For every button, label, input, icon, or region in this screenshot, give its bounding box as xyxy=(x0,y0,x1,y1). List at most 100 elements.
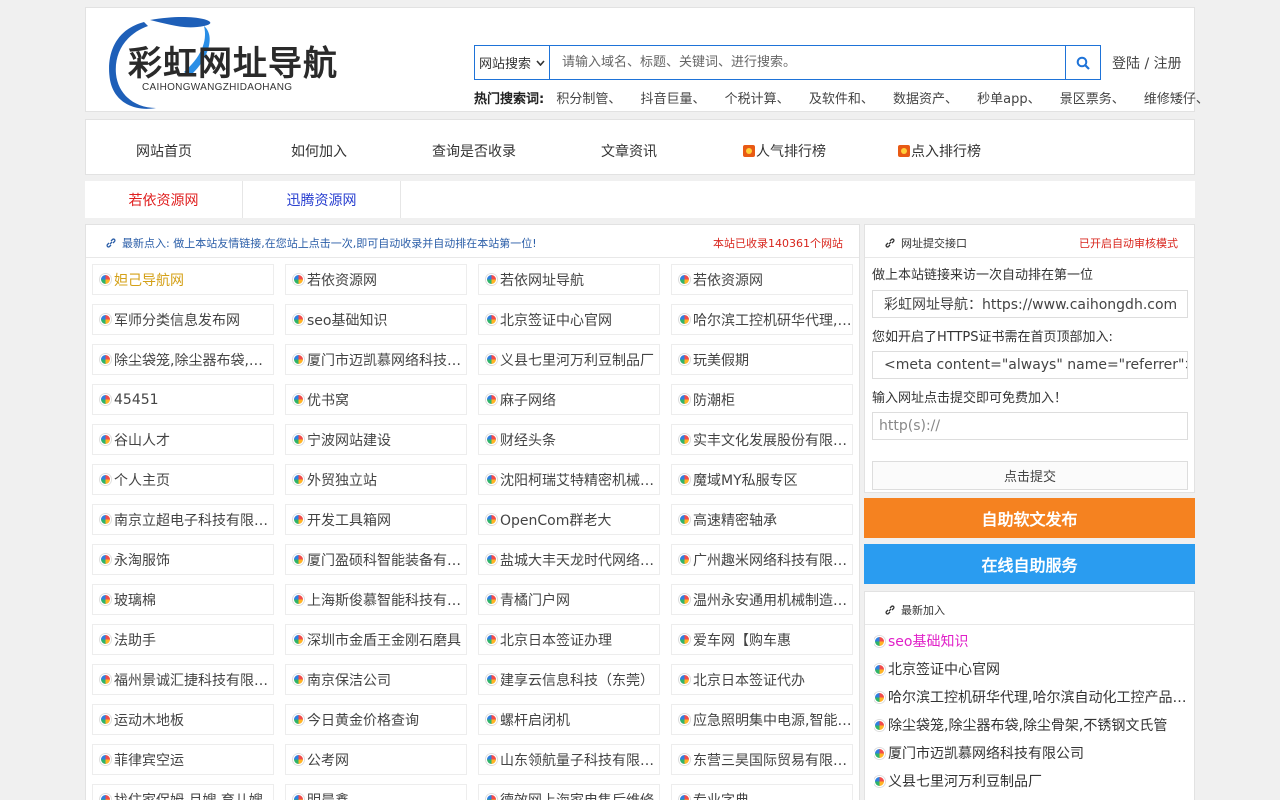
site-link[interactable]: 优书窝 xyxy=(285,384,467,415)
site-link[interactable]: 明晨鑫 xyxy=(285,784,467,800)
site-link[interactable]: 今日黄金价格查询 xyxy=(285,704,467,735)
latest-site-link[interactable]: seo基础知识 xyxy=(874,631,1190,651)
site-link-label: 运动木地板 xyxy=(114,712,184,729)
site-logo[interactable]: 彩虹网址导航 CAIHONGWANGZHIDAOHANG xyxy=(104,16,374,109)
site-link[interactable]: 宁波网站建设 xyxy=(285,424,467,455)
online-service-button[interactable]: 在线自助服务 xyxy=(864,544,1195,584)
site-link[interactable]: 山东领航量子科技有限公司 xyxy=(478,744,660,775)
latest-site-link[interactable]: 除尘袋笼,除尘器布袋,除尘骨架,不锈钢文氏管 xyxy=(874,715,1190,735)
site-link[interactable]: seo基础知识 xyxy=(285,304,467,335)
site-link[interactable]: 谷山人才 xyxy=(92,424,274,455)
site-favicon-icon xyxy=(293,594,304,605)
site-link[interactable]: OpenCom群老大 xyxy=(478,504,660,535)
friend-link[interactable]: 迅腾资源网 xyxy=(243,181,401,218)
site-link[interactable]: 哈尔滨工控机研华代理,哈尔滨自动化 xyxy=(671,304,853,335)
hot-keyword[interactable]: 维修矮仔、 xyxy=(1144,92,1209,107)
site-link[interactable]: 德效网上海家电售后维修 xyxy=(478,784,660,800)
site-link[interactable]: 菲律宾空运 xyxy=(92,744,274,775)
site-link[interactable]: 麻子网络 xyxy=(478,384,660,415)
site-link[interactable]: 义县七里河万利豆制品厂 xyxy=(478,344,660,375)
site-link[interactable]: 个人主页 xyxy=(92,464,274,495)
site-link[interactable]: 实丰文化发展股份有限公司 xyxy=(671,424,853,455)
site-link[interactable]: 开发工具箱网 xyxy=(285,504,467,535)
submit-instruction-1: 做上本站链接来访一次自动排在第一位 xyxy=(872,268,1094,283)
site-link[interactable]: 厦门市迈凯慕网络科技有限公司 xyxy=(285,344,467,375)
hot-keyword[interactable]: 秒单app、 xyxy=(977,92,1040,107)
nav-item-home[interactable]: 网站首页 xyxy=(136,141,192,161)
hot-keyword[interactable]: 及软件和、 xyxy=(809,92,874,107)
site-link[interactable]: 南京立超电子科技有限公司 xyxy=(92,504,274,535)
site-link[interactable]: 若依资源网 xyxy=(285,264,467,295)
article-publish-button[interactable]: 自助软文发布 xyxy=(864,498,1195,538)
site-link[interactable]: 若依资源网 xyxy=(671,264,853,295)
latest-site-link[interactable]: 哈尔滨工控机研华代理,哈尔滨自动化工控产品销售 xyxy=(874,687,1190,707)
site-link[interactable]: 永淘服饰 xyxy=(92,544,274,575)
nav-item-click-rank[interactable]: 点入排行榜 xyxy=(898,141,981,161)
link-code-field[interactable]: 彩虹网址导航：https://www.caihongdh.com xyxy=(872,290,1188,318)
site-link[interactable]: 深圳市金盾王金刚石磨具 xyxy=(285,624,467,655)
site-link[interactable]: 公考网 xyxy=(285,744,467,775)
url-input[interactable]: http(s):// xyxy=(872,412,1188,440)
site-link[interactable]: 盐城大丰天龙时代网络科技 xyxy=(478,544,660,575)
hot-keyword[interactable]: 数据资产、 xyxy=(893,92,958,107)
nav-item-check-indexed[interactable]: 查询是否收录 xyxy=(432,141,516,161)
site-link[interactable]: 防潮柜 xyxy=(671,384,853,415)
hot-keyword[interactable]: 景区票务、 xyxy=(1060,92,1125,107)
site-favicon-icon xyxy=(293,554,304,565)
latest-site-link[interactable]: 义县七里河万利豆制品厂 xyxy=(874,771,1190,791)
site-link[interactable]: 上海斯俊慕智能科技有限公司 xyxy=(285,584,467,615)
search-type-select[interactable]: 网站搜索 xyxy=(475,46,550,79)
site-link[interactable]: 运动木地板 xyxy=(92,704,274,735)
submit-panel-header: 网址提交接口 已开启自动审核模式 xyxy=(865,225,1194,258)
site-link[interactable]: 军师分类信息发布网 xyxy=(92,304,274,335)
site-link[interactable]: 广州趣米网络科技有限公司 xyxy=(671,544,853,575)
site-link[interactable]: 外贸独立站 xyxy=(285,464,467,495)
nav-item-articles[interactable]: 文章资讯 xyxy=(601,141,657,161)
friend-link[interactable]: 若依资源网 xyxy=(85,181,243,218)
site-link[interactable]: 财经头条 xyxy=(478,424,660,455)
site-favicon-icon xyxy=(486,634,497,645)
site-link[interactable]: 厦门盈硕科智能装备有限公司 xyxy=(285,544,467,575)
latest-joined-panel: 最新加入 seo基础知识 北京签证中心官网 哈尔滨工控机研华代理,哈尔滨自动化工控产… xyxy=(864,591,1195,800)
hot-keyword[interactable]: 抖音巨量、 xyxy=(641,92,706,107)
site-link[interactable]: 北京日本签证办理 xyxy=(478,624,660,655)
search-button[interactable] xyxy=(1065,45,1101,80)
hot-keyword[interactable]: 积分制管、 xyxy=(556,92,621,107)
site-link[interactable]: 青橘门户网 xyxy=(478,584,660,615)
nav-item-popular-rank[interactable]: 人气排行榜 xyxy=(743,141,826,161)
site-link[interactable]: 高速精密轴承 xyxy=(671,504,853,535)
site-link[interactable]: 玩美假期 xyxy=(671,344,853,375)
latest-site-link[interactable]: 北京签证中心官网 xyxy=(874,659,1190,679)
site-link[interactable]: 东营三昊国际贸易有限公司 xyxy=(671,744,853,775)
site-link[interactable]: 应急照明集中电源,智能疏散 xyxy=(671,704,853,735)
site-link[interactable]: 北京签证中心官网 xyxy=(478,304,660,335)
site-link[interactable]: 爱车网【购车惠 xyxy=(671,624,853,655)
site-link[interactable]: 北京日本签证代办 xyxy=(671,664,853,695)
site-link[interactable]: 妲己导航网 xyxy=(92,264,274,295)
search-input[interactable] xyxy=(550,46,1100,79)
site-link[interactable]: 除尘袋笼,除尘器布袋,除尘骨架 xyxy=(92,344,274,375)
site-link[interactable]: 南京保洁公司 xyxy=(285,664,467,695)
site-link[interactable]: 魔域MY私服专区 xyxy=(671,464,853,495)
site-link[interactable]: 45451 xyxy=(92,384,274,415)
site-link-label: 北京日本签证代办 xyxy=(693,672,805,689)
hot-keyword[interactable]: 个税计算、 xyxy=(725,92,790,107)
login-register-link[interactable]: 登陆 / 注册 xyxy=(1112,53,1182,73)
site-link[interactable]: 螺杆启闭机 xyxy=(478,704,660,735)
latest-site-link[interactable]: 厦门市迈凯慕网络科技有限公司 xyxy=(874,743,1190,763)
site-link-label: 螺杆启闭机 xyxy=(500,712,570,729)
site-link-label: 上海斯俊慕智能科技有限公司 xyxy=(307,592,466,609)
site-link[interactable]: 法助手 xyxy=(92,624,274,655)
site-link[interactable]: 建享云信息科技（东莞） xyxy=(478,664,660,695)
site-link[interactable]: 福州景诚汇捷科技有限公司 xyxy=(92,664,274,695)
meta-code-field[interactable]: <meta content="always" name="referrer"> xyxy=(872,351,1188,379)
submit-button[interactable]: 点击提交 xyxy=(872,461,1188,490)
site-link[interactable]: 玻璃棉 xyxy=(92,584,274,615)
site-link[interactable]: 若依网址导航 xyxy=(478,264,660,295)
site-link[interactable]: 沈阳柯瑞艾特精密机械有限公司 xyxy=(478,464,660,495)
site-link-label: 找住家保姆,月嫂,育儿嫂 xyxy=(114,790,263,800)
site-link[interactable]: 温州永安通用机械制造有限公司 xyxy=(671,584,853,615)
nav-item-join[interactable]: 如何加入 xyxy=(291,141,347,161)
site-link[interactable]: 专业字典 xyxy=(671,784,853,800)
site-link[interactable]: 找住家保姆,月嫂,育儿嫂 xyxy=(92,784,274,800)
